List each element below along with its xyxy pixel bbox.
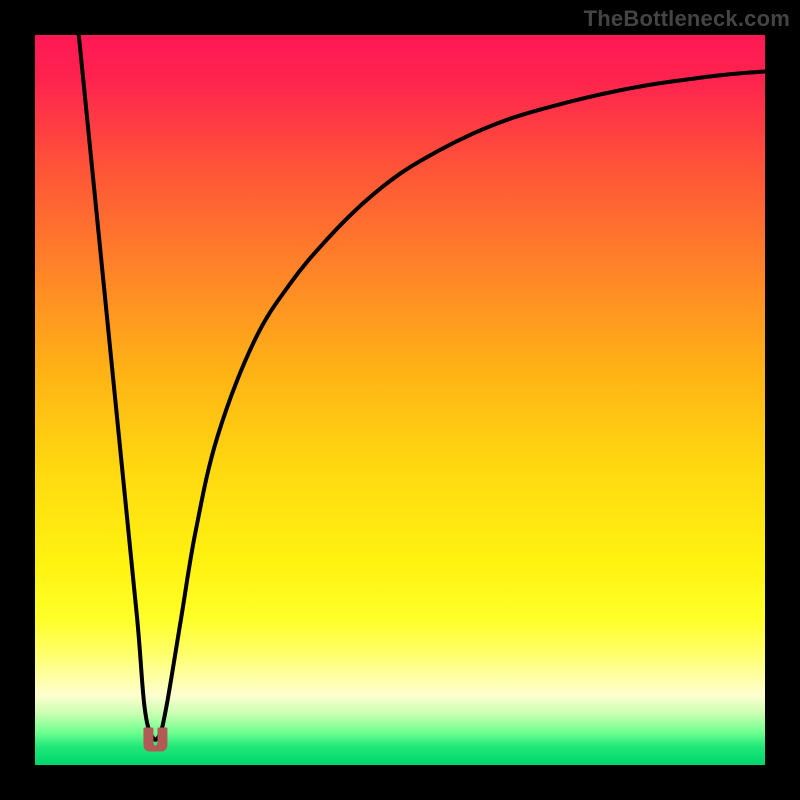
watermark-text: TheBottleneck.com [584,6,790,32]
chart-background [35,35,765,765]
chart-frame [35,35,765,765]
bottleneck-chart [35,35,765,765]
